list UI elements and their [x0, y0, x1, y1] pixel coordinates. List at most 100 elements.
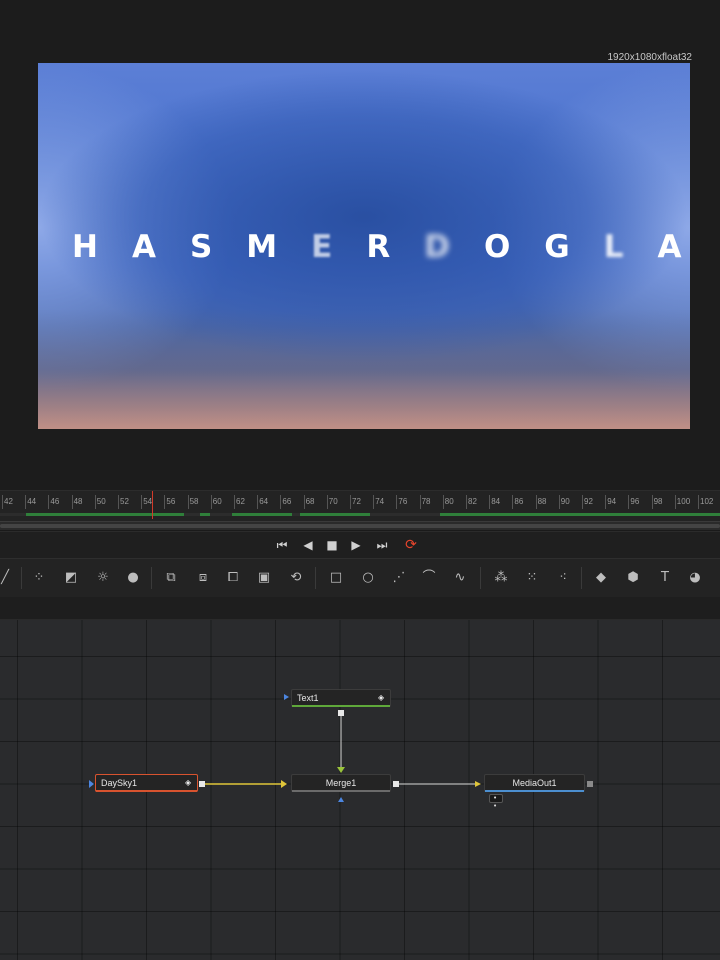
shape-3d-icon[interactable]: ⬢	[622, 567, 644, 589]
ellipse-mask-icon[interactable]: ○	[357, 567, 379, 589]
go-to-start-icon[interactable]: ⏮	[272, 536, 292, 554]
ruler-tick-label: 56	[166, 497, 176, 506]
color-corrector-icon[interactable]: ●	[122, 567, 144, 589]
ruler-tick-line	[582, 495, 583, 509]
title-letter: H	[72, 229, 115, 265]
stop-icon[interactable]: ■	[322, 536, 342, 554]
rectangle-mask-icon[interactable]: □	[325, 567, 347, 589]
scrollbar-thumb[interactable]	[0, 524, 720, 528]
node-editor[interactable]: Text1 ◈ DaySky1 ◈ Merge1 MediaOut1 • •	[0, 620, 720, 960]
mediaout1-output-port[interactable]	[587, 781, 593, 787]
node-label: Merge1	[325, 778, 357, 788]
range-segment	[200, 513, 210, 516]
text-3d-icon[interactable]: T	[654, 567, 676, 589]
saver-icon[interactable]: ⧈	[192, 567, 214, 589]
title-letter: G	[544, 229, 587, 265]
paint-brush-icon[interactable]: ╱	[0, 567, 16, 589]
keyframe-range-bar	[0, 513, 720, 516]
wave-mask-icon[interactable]: ∿	[449, 567, 471, 589]
particle-style-icon[interactable]: ⁖	[552, 567, 574, 589]
ruler-tick-label: 62	[236, 497, 245, 506]
loader-icon[interactable]: ⧉	[160, 567, 182, 589]
ruler-tick-label: 96	[630, 497, 640, 506]
ruler-tick-label: 48	[73, 497, 83, 506]
ruler-tick-line	[326, 495, 328, 509]
loop-icon[interactable]: ⟳	[401, 536, 421, 554]
mask-input-arrow	[338, 797, 344, 802]
node-editor-header	[0, 597, 720, 620]
title-letter: O	[483, 229, 528, 265]
node-options-icon[interactable]: ◈	[185, 778, 194, 787]
text1-output-port[interactable]	[338, 710, 344, 716]
play-reverse-icon[interactable]: ◀	[298, 536, 318, 554]
color-curves-icon[interactable]: ◩	[60, 567, 82, 589]
ruler-tick-line	[234, 495, 235, 509]
ruler-tick-label: 58	[189, 497, 199, 506]
merge1-output-port[interactable]	[393, 781, 399, 787]
node-mediaout1[interactable]: MediaOut1	[484, 774, 585, 792]
ruler-tick-label: 64	[259, 497, 269, 506]
ruler-tick-line	[280, 495, 282, 509]
daysky1-output-port[interactable]	[199, 781, 205, 787]
node-text1[interactable]: Text1 ◈	[291, 689, 391, 707]
foreground-input-arrow	[337, 767, 345, 773]
node-daysky1[interactable]: DaySky1 ◈	[95, 774, 198, 792]
ruler-tick-label: 102	[700, 497, 714, 506]
ruler-tick-line	[698, 495, 699, 509]
ruler-tick-line	[257, 495, 259, 509]
ruler-tick-label: 86	[514, 497, 524, 506]
ruler-tick-label: 76	[398, 497, 408, 506]
title-letter: L	[603, 229, 641, 265]
particles-icon[interactable]: ⁘	[28, 567, 50, 589]
toolbar-separator	[151, 567, 152, 589]
image-plane-3d-icon[interactable]: ◆	[590, 567, 612, 589]
title-letter: A	[657, 229, 690, 265]
ruler-tick-line	[141, 495, 143, 509]
node-status-bar	[485, 790, 584, 792]
merge-3d-icon[interactable]: ◕	[684, 567, 706, 589]
ruler-tick-line	[25, 495, 27, 509]
transform-icon[interactable]: ⟲	[285, 567, 307, 589]
play-icon[interactable]: ▶	[346, 536, 366, 554]
ruler-tick-line	[674, 495, 676, 509]
brightness-contrast-icon[interactable]: ☼	[92, 567, 114, 589]
title-text: HASMERDOGLAN	[38, 229, 690, 265]
polygon-mask-icon[interactable]: ⋰	[388, 567, 410, 589]
ruler-tick-label: 82	[468, 497, 477, 506]
go-to-end-icon[interactable]: ⏭	[372, 536, 392, 554]
bspline-mask-icon[interactable]: ⌒	[418, 567, 440, 589]
title-letter: A	[131, 229, 173, 265]
ruler-tick-label: 80	[444, 497, 454, 506]
merge-icon[interactable]: ⧠	[222, 567, 244, 589]
timeline-ruler[interactable]: 42 44 46 48 50 52 54 56 58 60 62 64 66 68 70 72 74 76 78 80…	[0, 490, 720, 521]
node-status-bar	[96, 790, 197, 792]
node-options-icon[interactable]: ◈	[378, 693, 387, 702]
matte-control-icon[interactable]: ▣	[253, 567, 275, 589]
toolbar-separator	[581, 567, 582, 589]
timeline-scrollbar[interactable]	[0, 521, 720, 530]
ruler-tick-label: 74	[375, 497, 385, 506]
particle-emitter-icon[interactable]: ⁂	[490, 567, 512, 589]
node-label: MediaOut1	[512, 778, 557, 788]
particle-render-icon[interactable]: ⁙	[521, 567, 543, 589]
viewer-frame[interactable]: HASMERDOGLAN	[38, 63, 690, 429]
resolution-label: 1920x1080xfloat32	[607, 52, 692, 63]
ruler-tick-line	[535, 495, 537, 509]
ruler-tick-line	[210, 495, 212, 509]
title-letter: D	[424, 229, 467, 265]
ruler-tick-line	[373, 495, 375, 509]
ruler-tick-line	[628, 495, 630, 509]
tools-toolbar: ╱ ⁘ ◩ ☼ ● ⧉ ⧈ ⧠ ▣ ⟲ □ ○ ⋰ ⌒ ∿ ⁂ ⁙ ⁖ ◆ ⬢ …	[0, 558, 720, 598]
range-segment	[26, 513, 184, 516]
ruler-tick-label: 84	[491, 497, 501, 506]
ruler-tick-label: 72	[352, 497, 361, 506]
toolbar-separator	[21, 567, 22, 589]
viewer-indicator[interactable]: • •	[489, 794, 503, 810]
playhead[interactable]	[152, 491, 153, 519]
ruler-tick-label: 60	[212, 497, 222, 506]
ruler-tick-label: 78	[421, 497, 431, 506]
toolbar-separator	[480, 567, 481, 589]
node-merge1[interactable]: Merge1	[291, 774, 391, 792]
ruler-tick-line	[512, 495, 514, 509]
ruler-tick-line	[94, 495, 96, 509]
